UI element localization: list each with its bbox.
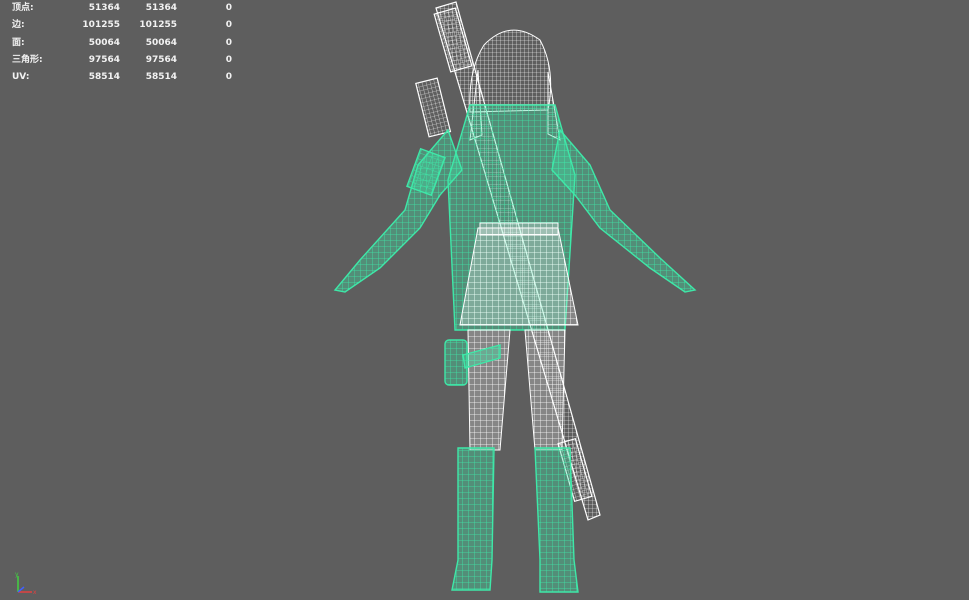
- legs-mesh: [467, 329, 566, 451]
- 3d-viewport[interactable]: 顶点: 51364 51364 0 边: 101255 101255 0 面: …: [0, 0, 969, 600]
- axis-x-label: x: [33, 589, 37, 596]
- skirt-mesh: [459, 222, 579, 326]
- wireframe-character-model[interactable]: [0, 0, 969, 600]
- boots-mesh: [451, 447, 579, 593]
- view-axis-gizmo: y x: [15, 571, 37, 596]
- axis-y-label: y: [15, 571, 19, 578]
